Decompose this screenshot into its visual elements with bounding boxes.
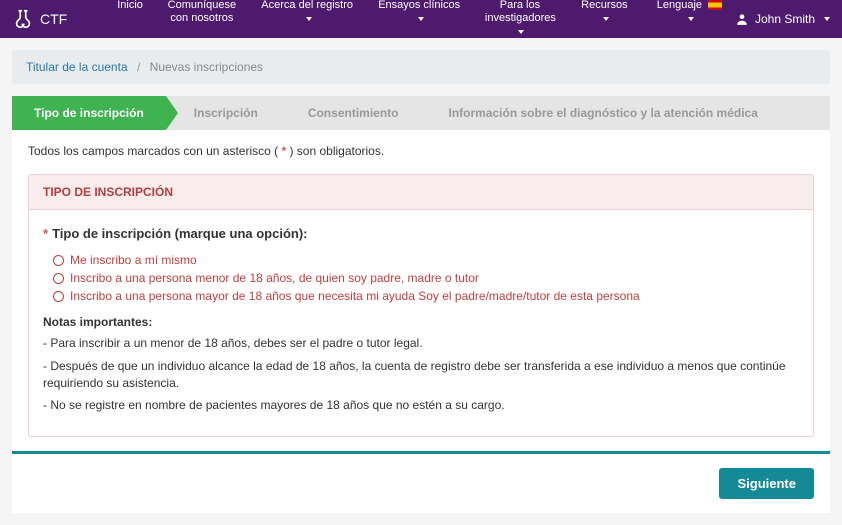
nav-language[interactable]: Lenguaje bbox=[644, 0, 735, 43]
top-navigation: CTF Inicio Comuníquese con nosotros Acer… bbox=[0, 0, 842, 38]
note-transfer-18: - Después de que un individuo alcance la… bbox=[43, 358, 799, 392]
next-button[interactable]: Siguiente bbox=[719, 468, 814, 499]
nav-resources[interactable]: Recursos bbox=[569, 0, 640, 43]
flag-spain-icon bbox=[708, 0, 722, 10]
note-minor-guardian: - Para inscribir a un menor de 18 años, … bbox=[43, 335, 799, 352]
section-header: TIPO DE INSCRIPCIÓN bbox=[29, 175, 813, 210]
nav-language-label: Lenguaje bbox=[657, 0, 702, 11]
user-menu[interactable]: John Smith bbox=[735, 12, 830, 26]
brand-logo[interactable]: CTF bbox=[12, 8, 67, 30]
radio-option-minor[interactable]: Inscribo a una persona menor de 18 años,… bbox=[53, 271, 799, 285]
wizard-step-enrollment[interactable]: Inscripción bbox=[166, 96, 280, 130]
required-fields-note: Todos los campos marcados con un asteris… bbox=[28, 144, 814, 158]
wizard-step-consent[interactable]: Consentimiento bbox=[280, 96, 421, 130]
user-name: John Smith bbox=[755, 12, 815, 26]
enrollment-type-radio-group: Me inscribo a mí mismo Inscribo a una pe… bbox=[53, 253, 799, 303]
wizard-steps: Tipo de inscripción Inscripción Consenti… bbox=[12, 96, 830, 130]
radio-icon bbox=[53, 255, 64, 266]
form-footer: Siguiente bbox=[12, 451, 830, 513]
radio-label-self: Me inscribo a mí mismo bbox=[70, 253, 197, 267]
brand-name: CTF bbox=[40, 11, 67, 27]
breadcrumb-account-holder[interactable]: Titular de la cuenta bbox=[26, 60, 128, 74]
nav-menu: Inicio Comuníquese con nosotros Acerca d… bbox=[107, 0, 735, 43]
radio-option-adult-assist[interactable]: Inscribo a una persona mayor de 18 años … bbox=[53, 289, 799, 303]
wizard-step-enrollment-type[interactable]: Tipo de inscripción bbox=[12, 96, 166, 130]
breadcrumb-current: Nuevas inscripciones bbox=[150, 60, 263, 74]
radio-label-adult: Inscribo a una persona mayor de 18 años … bbox=[70, 289, 640, 303]
enrollment-type-section: TIPO DE INSCRIPCIÓN *Tipo de inscripción… bbox=[28, 174, 814, 437]
radio-icon bbox=[53, 291, 64, 302]
breadcrumb: Titular de la cuenta / Nuevas inscripcio… bbox=[12, 50, 830, 84]
radio-option-self[interactable]: Me inscribo a mí mismo bbox=[53, 253, 799, 267]
nav-about[interactable]: Acerca del registro bbox=[251, 0, 364, 43]
nav-researchers[interactable]: Para los investigadores bbox=[475, 0, 565, 43]
required-asterisk: * bbox=[43, 226, 48, 241]
nav-home[interactable]: Inicio bbox=[107, 0, 153, 43]
form-body: Todos los campos marcados con un asteris… bbox=[12, 130, 830, 451]
radio-label-minor: Inscribo a una persona menor de 18 años,… bbox=[70, 271, 479, 285]
note-no-register-others: - No se registre en nombre de pacientes … bbox=[43, 397, 799, 414]
nav-trials[interactable]: Ensayos clínicos bbox=[367, 0, 471, 43]
main-panel: Tipo de inscripción Inscripción Consenti… bbox=[12, 96, 830, 513]
logo-icon bbox=[12, 8, 34, 30]
radio-icon bbox=[53, 273, 64, 284]
user-icon bbox=[735, 12, 749, 26]
nav-contact[interactable]: Comuníquese con nosotros bbox=[157, 0, 247, 43]
section-content: *Tipo de inscripción (marque una opción)… bbox=[29, 210, 813, 436]
wizard-step-diagnosis-info[interactable]: Información sobre el diagnóstico y la at… bbox=[420, 96, 779, 130]
question-label: *Tipo de inscripción (marque una opción)… bbox=[43, 226, 799, 241]
breadcrumb-separator: / bbox=[137, 60, 140, 74]
chevron-down-icon bbox=[685, 12, 694, 24]
important-notes-title: Notas importantes: bbox=[43, 315, 799, 329]
